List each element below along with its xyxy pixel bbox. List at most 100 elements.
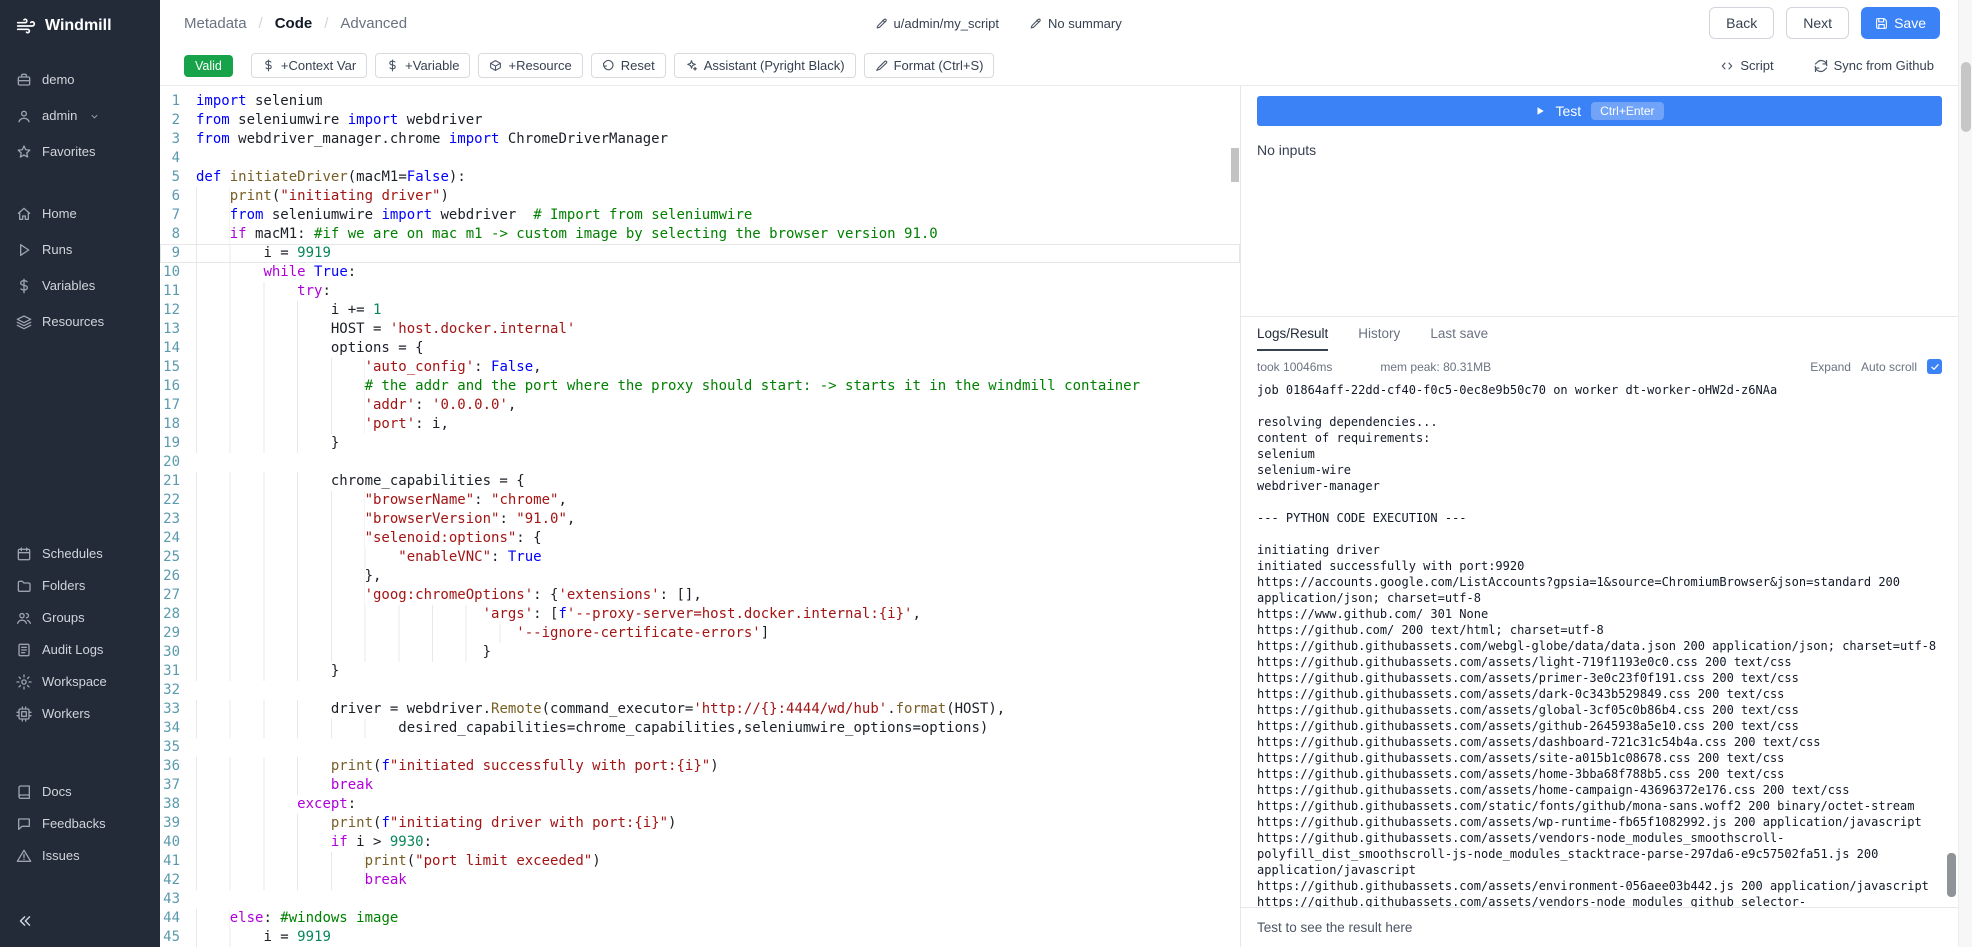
- windmill-logo[interactable]: Windmill: [0, 0, 160, 48]
- sidebar-item-workspace[interactable]: Workspace: [0, 666, 160, 698]
- code-line[interactable]: 18 'port': i,: [160, 415, 1240, 434]
- sidebar-item-resources[interactable]: Resources: [0, 304, 160, 340]
- code-line[interactable]: 44 else: #windows image: [160, 909, 1240, 928]
- collapse-sidebar-button[interactable]: [0, 900, 160, 947]
- code-line[interactable]: 9 i = 9919: [160, 244, 1240, 263]
- code-line[interactable]: 19 }: [160, 434, 1240, 453]
- sidebar-item-docs[interactable]: Docs: [0, 776, 160, 808]
- page-scrollbar[interactable]: [1958, 0, 1972, 947]
- sidebar-item-label: Docs: [42, 783, 72, 801]
- back-button[interactable]: Back: [1709, 7, 1774, 39]
- toolbar-reset[interactable]: Reset: [591, 53, 666, 78]
- tab-code[interactable]: Code: [275, 15, 313, 32]
- code-line[interactable]: 26 },: [160, 567, 1240, 586]
- toolbar-context-var[interactable]: +Context Var: [251, 53, 367, 78]
- code-line[interactable]: 29 '--ignore-certificate-errors']: [160, 624, 1240, 643]
- toolbar-script[interactable]: Script: [1714, 57, 1779, 74]
- code-line[interactable]: 39 print(f"initiating driver with port:{…: [160, 814, 1240, 833]
- expand-button[interactable]: Expand: [1810, 360, 1851, 374]
- code-token: [196, 795, 297, 814]
- code-line[interactable]: 37 break: [160, 776, 1240, 795]
- autoscroll-checkbox[interactable]: [1927, 359, 1942, 374]
- code-line[interactable]: 31 }: [160, 662, 1240, 681]
- toolbar-variable[interactable]: +Variable: [375, 53, 470, 78]
- sidebar-item-folders[interactable]: Folders: [0, 570, 160, 602]
- code-line[interactable]: 34 desired_capabilities=chrome_capabilit…: [160, 719, 1240, 738]
- log-scrollbar-thumb[interactable]: [1947, 853, 1956, 897]
- script-path[interactable]: u/admin/my_script: [875, 16, 999, 31]
- code-line[interactable]: 38 except:: [160, 795, 1240, 814]
- code-line[interactable]: 17 'addr': '0.0.0.0',: [160, 396, 1240, 415]
- code-line[interactable]: 24 "selenoid:options": {: [160, 529, 1240, 548]
- toolbar-assistant-pyright-black[interactable]: Assistant (Pyright Black): [674, 53, 856, 78]
- code-line[interactable]: 25 "enableVNC": True: [160, 548, 1240, 567]
- editor-scrollbar-thumb[interactable]: [1231, 148, 1239, 182]
- save-button[interactable]: Save: [1861, 7, 1940, 39]
- next-button[interactable]: Next: [1786, 7, 1849, 39]
- sidebar-item-home[interactable]: Home: [0, 196, 160, 232]
- script-summary[interactable]: No summary: [1029, 16, 1122, 31]
- sidebar-item-demo[interactable]: demo: [0, 62, 160, 98]
- code-line[interactable]: 20: [160, 453, 1240, 472]
- code-line[interactable]: 6 print("initiating driver"): [160, 187, 1240, 206]
- code-token: 'host.docker.internal': [390, 321, 575, 337]
- logs-tab-logs-result[interactable]: Logs/Result: [1257, 317, 1328, 351]
- code-line[interactable]: 21 chrome_capabilities = {: [160, 472, 1240, 491]
- code-line-text: 'args': [f'--proxy-server=host.docker.in…: [196, 605, 1240, 624]
- code-line[interactable]: 27 'goog:chromeOptions': {'extensions': …: [160, 586, 1240, 605]
- sidebar-item-schedules[interactable]: Schedules: [0, 538, 160, 570]
- code-line[interactable]: 30 }: [160, 643, 1240, 662]
- logs-tab-last-save[interactable]: Last save: [1430, 317, 1488, 351]
- code-line[interactable]: 2from seleniumwire import webdriver: [160, 111, 1240, 130]
- logs-tab-history[interactable]: History: [1358, 317, 1400, 351]
- tab-metadata[interactable]: Metadata: [184, 15, 247, 32]
- code-line[interactable]: 32: [160, 681, 1240, 700]
- code-line[interactable]: 45 i = 9919: [160, 928, 1240, 947]
- code-line[interactable]: 3from webdriver_manager.chrome import Ch…: [160, 130, 1240, 149]
- code-line[interactable]: 10 while True:: [160, 263, 1240, 282]
- code-line[interactable]: 43: [160, 890, 1240, 909]
- tab-advanced[interactable]: Advanced: [340, 15, 407, 32]
- code-line[interactable]: 1import selenium: [160, 92, 1240, 111]
- code-line[interactable]: 7 from seleniumwire import webdriver # I…: [160, 206, 1240, 225]
- code-line[interactable]: 13 HOST = 'host.docker.internal': [160, 320, 1240, 339]
- code-token: [196, 833, 331, 852]
- code-line[interactable]: 14 options = {: [160, 339, 1240, 358]
- sidebar-item-issues[interactable]: Issues: [0, 840, 160, 872]
- code-line[interactable]: 16 # the addr and the port where the pro…: [160, 377, 1240, 396]
- toolbar-resource[interactable]: +Resource: [478, 53, 582, 78]
- code-line[interactable]: 5def initiateDriver(macM1=False):: [160, 168, 1240, 187]
- sidebar-item-audit-logs[interactable]: Audit Logs: [0, 634, 160, 666]
- sidebar-item-admin[interactable]: admin: [0, 98, 160, 134]
- sidebar-item-groups[interactable]: Groups: [0, 602, 160, 634]
- code-line[interactable]: 35: [160, 738, 1240, 757]
- code-line[interactable]: 12 i += 1: [160, 301, 1240, 320]
- sidebar-item-feedbacks[interactable]: Feedbacks: [0, 808, 160, 840]
- code-line[interactable]: 36 print(f"initiated successfully with p…: [160, 757, 1240, 776]
- sidebar-item-variables[interactable]: Variables: [0, 268, 160, 304]
- code-line[interactable]: 42 break: [160, 871, 1240, 890]
- sidebar-item-favorites[interactable]: Favorites: [0, 134, 160, 170]
- user-icon: [16, 108, 32, 124]
- code-token: : {: [516, 530, 541, 546]
- code-line[interactable]: 28 'args': [f'--proxy-server=host.docker…: [160, 605, 1240, 624]
- code-line[interactable]: 40 if i > 9930:: [160, 833, 1240, 852]
- sidebar-item-workers[interactable]: Workers: [0, 698, 160, 730]
- code-line[interactable]: 22 "browserName": "chrome",: [160, 491, 1240, 510]
- toolbar-format-ctrl-s[interactable]: Format (Ctrl+S): [864, 53, 995, 78]
- line-number: 41: [160, 852, 196, 871]
- sidebar-item-runs[interactable]: Runs: [0, 232, 160, 268]
- code-line[interactable]: 11 try:: [160, 282, 1240, 301]
- code-token: 'addr': [365, 397, 416, 413]
- test-button[interactable]: Test Ctrl+Enter: [1257, 96, 1942, 126]
- code-editor[interactable]: 1import selenium2from seleniumwire impor…: [160, 86, 1240, 947]
- code-line[interactable]: 8 if macM1: #if we are on mac m1 -> cust…: [160, 225, 1240, 244]
- code-line[interactable]: 15 'auto_config': False,: [160, 358, 1240, 377]
- code-line[interactable]: 33 driver = webdriver.Remote(command_exe…: [160, 700, 1240, 719]
- editor-scrollbar[interactable]: [1230, 86, 1240, 947]
- code-line[interactable]: 4: [160, 149, 1240, 168]
- page-scrollbar-thumb[interactable]: [1961, 62, 1971, 132]
- code-line[interactable]: 41 print("port limit exceeded"): [160, 852, 1240, 871]
- toolbar-sync-from-github[interactable]: Sync from Github: [1808, 57, 1940, 74]
- code-line[interactable]: 23 "browserVersion": "91.0",: [160, 510, 1240, 529]
